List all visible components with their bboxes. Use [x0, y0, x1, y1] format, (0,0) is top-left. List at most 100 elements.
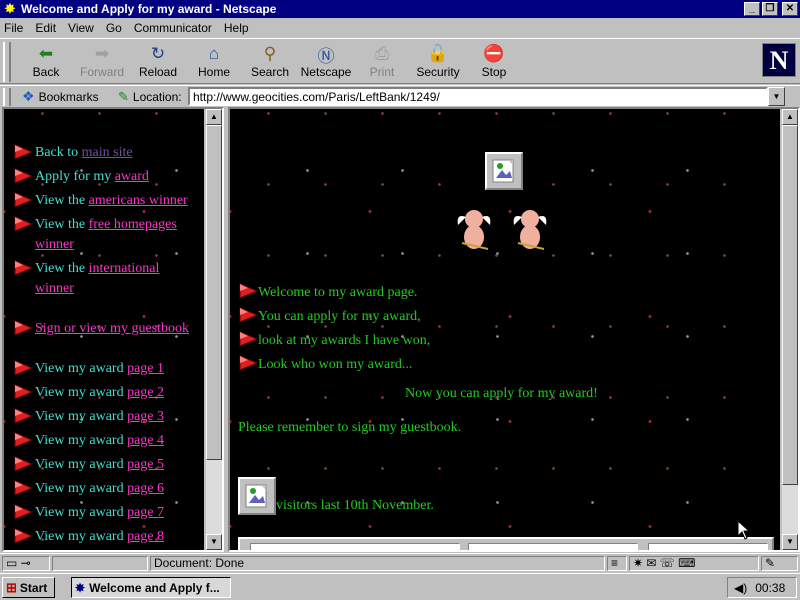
system-tray: ◀) 00:38 [727, 577, 797, 598]
nav-link-prefix: View my award [35, 385, 128, 400]
title-bar: ✸ Welcome and Apply for my award - Netsc… [0, 0, 800, 18]
scroll-down-button[interactable]: ▼ [782, 534, 798, 550]
welcome-message: Welcome to my award page. [238, 281, 758, 305]
left-frame: Back to main site Apply for my award View … [2, 107, 224, 552]
apply-text: Now you can apply for my award! [405, 386, 598, 401]
menu-bar: File Edit View Go Communicator Help [0, 19, 800, 37]
back-button[interactable]: ⬅ Back [18, 43, 74, 83]
nav-link-item: View my award page 2 [13, 381, 198, 405]
edit-icon[interactable]: ✎ [761, 556, 798, 571]
menu-edit[interactable]: Edit [35, 21, 56, 35]
home-icon: ⌂ [208, 44, 220, 63]
forward-button[interactable]: ➡ Forward [74, 43, 130, 83]
search-button[interactable]: ⚲ Search [242, 43, 298, 83]
scroll-up-button[interactable]: ▲ [782, 109, 798, 125]
stop-icon: ⛔ [483, 44, 505, 63]
reload-button[interactable]: ↻ Reload [130, 43, 186, 83]
netscape-button[interactable]: Ⓝ Netscape [298, 43, 354, 83]
menu-communicator[interactable]: Communicator [134, 21, 212, 35]
nav-link[interactable]: page 6 [127, 481, 164, 496]
netscape-icon: Ⓝ [317, 46, 335, 66]
nav-link[interactable]: page 4 [127, 433, 164, 448]
nav-link[interactable]: page 7 [127, 505, 164, 520]
toolbar-button-label: Forward [79, 65, 124, 79]
menu-go[interactable]: Go [106, 21, 122, 35]
status-bar: ▭ ⊸ Document: Done ≡ ✷ ✉ ☏ ⌨ ✎ [0, 553, 800, 572]
menu-help[interactable]: Help [224, 21, 249, 35]
main-vertical-scrollbar[interactable]: ▲ ▼ [782, 109, 798, 550]
volume-icon[interactable]: ◀) [734, 581, 747, 595]
nav-link-prefix: Back to [35, 145, 82, 160]
toolbar-button-label: Stop [481, 65, 507, 79]
scroll-thumb[interactable] [206, 125, 222, 460]
netscape-window-icon[interactable]: ✸ [3, 1, 17, 16]
nav-link-prefix: View my award [35, 529, 128, 544]
bookmarks-button[interactable]: ❖ Bookmarks [22, 88, 99, 105]
security-button[interactable]: 🔓 Security [410, 43, 466, 83]
nav-link[interactable]: main site [82, 145, 133, 160]
nav-link-prefix: View the [35, 193, 89, 208]
nav-link-item: Apply for my award [13, 165, 198, 189]
red-flag-icon [14, 168, 33, 184]
starfield-background: Back to main site Apply for my award View … [4, 109, 204, 550]
nav-link[interactable]: americans winner [89, 193, 188, 208]
nav-link[interactable]: page 2 [127, 385, 164, 400]
scroll-down-button[interactable]: ▼ [206, 534, 222, 550]
red-flag-icon [14, 320, 33, 336]
form-panel [238, 537, 774, 550]
nav-link-item: View my award page 7 [13, 501, 198, 525]
red-flag-icon [14, 192, 33, 208]
location-input[interactable]: http://www.geocities.com/Paris/LeftBank/… [188, 87, 768, 106]
reload-icon: ↻ [150, 44, 166, 63]
toolbar-button-label: Print [369, 65, 395, 79]
nav-link-prefix: View my award [35, 505, 128, 520]
stop-button[interactable]: ⛔ Stop [466, 43, 522, 83]
form-field[interactable] [468, 543, 638, 550]
component-bar[interactable]: ✷ ✉ ☏ ⌨ [629, 556, 759, 571]
connection-status-icon: ▭ ⊸ [2, 556, 50, 571]
print-button[interactable]: ⎙ Print [354, 43, 410, 83]
home-button[interactable]: ⌂ Home [186, 43, 242, 83]
nav-link[interactable]: award [115, 169, 149, 184]
close-button[interactable]: ✕ [782, 2, 798, 16]
nav-link-item: View my award page 1 [13, 357, 198, 381]
menu-view[interactable]: View [68, 21, 94, 35]
nav-link[interactable]: page 1 [127, 361, 164, 376]
toolbar-grip[interactable] [3, 42, 11, 82]
form-field[interactable] [250, 543, 460, 550]
welcome-message: You can apply for my award, [238, 305, 758, 329]
nav-link[interactable]: page 5 [127, 457, 164, 472]
form-field[interactable] [648, 543, 768, 550]
nav-link[interactable]: page 3 [127, 409, 164, 424]
toolbar-button-label: Security [416, 65, 460, 79]
nav-link[interactable]: page 8 [127, 529, 164, 544]
nav-link-prefix: View the [35, 217, 89, 232]
maximize-button[interactable]: ❐ [762, 2, 778, 16]
welcome-message: look at my awards I have won, [238, 329, 758, 353]
minimize-button[interactable]: _ [744, 2, 760, 16]
scroll-up-button[interactable]: ▲ [206, 109, 222, 125]
toolbar-button-label: Back [32, 65, 60, 79]
red-flag-icon [239, 331, 258, 347]
left-vertical-scrollbar[interactable]: ▲ ▼ [206, 109, 222, 550]
clock: 00:38 [755, 580, 786, 595]
nav-link-prefix: View my award [35, 433, 128, 448]
red-flag-icon [239, 355, 258, 371]
netscape-logo[interactable]: N [762, 43, 796, 77]
red-flag-icon [14, 432, 33, 448]
security-status-icon[interactable]: ≡ [607, 556, 627, 571]
location-grip[interactable] [3, 88, 11, 106]
scroll-thumb[interactable] [782, 125, 798, 485]
print-icon: ⎙ [375, 44, 389, 63]
nav-link[interactable]: Sign or view my guestbook [35, 321, 189, 336]
start-button[interactable]: ⊞ Start [2, 577, 55, 598]
nav-link-item: View my award page 8 [13, 525, 198, 549]
menu-file[interactable]: File [4, 21, 23, 35]
taskbar-item-netscape[interactable]: ✸ Welcome and Apply f... [71, 577, 231, 598]
location-dropdown-button[interactable]: ▼ [768, 87, 785, 106]
red-flag-icon [14, 504, 33, 520]
mouse-cursor-icon [737, 520, 751, 540]
welcome-messages: Welcome to my award page. You can apply f… [238, 281, 758, 377]
page-proxy-icon[interactable]: ✎ [118, 89, 129, 105]
